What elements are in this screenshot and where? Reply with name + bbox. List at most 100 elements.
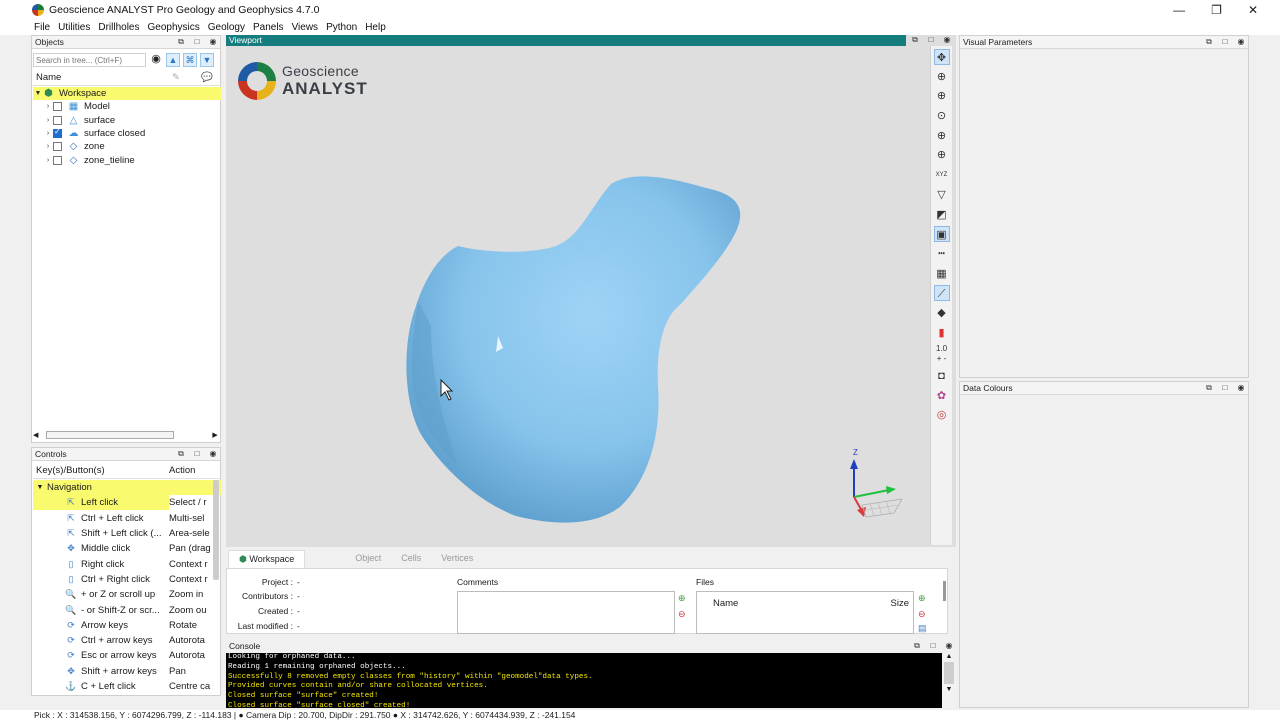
menu-utilities[interactable]: Utilities xyxy=(54,22,94,33)
surface-3d-render[interactable] xyxy=(226,46,930,546)
tab-workspace[interactable]: ⬢ Workspace xyxy=(228,550,306,568)
view-target3-icon[interactable]: ⊕ xyxy=(934,128,950,144)
comments-box[interactable] xyxy=(457,591,675,634)
scrollbar-thumb[interactable] xyxy=(46,431,175,439)
control-row[interactable]: ⟳ Ctrl + arrow keys Autorota xyxy=(33,633,213,648)
menu-file[interactable]: File xyxy=(30,22,54,33)
filter-drillhole-icon[interactable]: ⌘ xyxy=(183,53,197,67)
closed-surface-shape[interactable] xyxy=(406,176,741,523)
pencil-icon[interactable]: ✎ xyxy=(172,72,180,83)
save-file-icon[interactable]: ▤ xyxy=(918,623,927,634)
view-target2-icon[interactable]: ⊕ xyxy=(934,88,950,104)
scroll-left-icon[interactable]: ◀ xyxy=(33,431,38,439)
comment-icon[interactable]: 💬 xyxy=(201,72,213,83)
control-row[interactable]: ⇱ Shift + Left click (... Area-sele xyxy=(33,526,213,541)
eye-icon[interactable]: ◉ xyxy=(208,37,218,47)
remove-file-icon[interactable]: ⊖ xyxy=(918,609,926,620)
add-file-icon[interactable]: ⊕ xyxy=(918,593,926,604)
control-row[interactable]: ▯ Right click Context r xyxy=(33,556,213,571)
control-row[interactable]: 🔍 + or Z or scroll up Zoom in xyxy=(33,587,213,602)
visibility-checkbox[interactable] xyxy=(53,115,62,125)
filter-surface-icon[interactable]: ▲ xyxy=(166,53,180,67)
view-center-icon[interactable]: ⊙ xyxy=(934,108,950,124)
camera-icon[interactable]: ◘ xyxy=(934,368,950,384)
scroll-up-icon[interactable]: ▲ xyxy=(942,653,956,660)
viewport[interactable]: Viewport ⧉ □ ◉ Geoscience ANALYST ✥ ⊕ ⊕ … xyxy=(226,35,956,547)
tab-vertices[interactable]: Vertices xyxy=(431,550,483,568)
control-row[interactable]: ✥ Shift + arrow keys Pan xyxy=(33,664,213,679)
eye-icon[interactable]: ◉ xyxy=(942,35,952,45)
scroll-down-icon[interactable]: ▼ xyxy=(942,686,956,693)
maximize-icon[interactable]: □ xyxy=(192,37,202,47)
console-scrollbar[interactable]: ▲ ▼ xyxy=(942,653,956,708)
collapse-arrow-icon[interactable]: ▼ xyxy=(33,484,47,491)
maximize-icon[interactable]: □ xyxy=(1220,383,1230,393)
float-icon[interactable]: ⧉ xyxy=(176,449,186,459)
expand-arrow-icon[interactable]: › xyxy=(43,157,53,164)
control-row[interactable]: ⇱ Ctrl + Left click Multi-sel xyxy=(33,511,213,526)
eye-icon[interactable]: ◉ xyxy=(1236,383,1246,393)
maximize-icon[interactable]: □ xyxy=(192,449,202,459)
float-icon[interactable]: ⧉ xyxy=(176,37,186,47)
vertical-scrollbar[interactable] xyxy=(213,480,219,580)
section-icon[interactable]: ◩ xyxy=(934,207,950,223)
maximize-icon[interactable]: □ xyxy=(928,641,938,651)
expand-arrow-icon[interactable]: › xyxy=(43,117,53,124)
menu-help[interactable]: Help xyxy=(361,22,390,33)
maximize-icon[interactable]: □ xyxy=(1220,37,1230,47)
navigation-group[interactable]: ▼ Navigation xyxy=(33,480,221,496)
menu-python[interactable]: Python xyxy=(322,22,361,33)
eye-icon[interactable]: ◉ xyxy=(944,641,954,651)
control-row[interactable]: ⟳ Arrow keys Rotate xyxy=(33,618,213,633)
magnet-icon[interactable]: ◎ xyxy=(934,407,950,423)
zoom-plus-minus-icon[interactable]: + - xyxy=(934,354,950,364)
fill-icon[interactable]: ◆ xyxy=(934,305,950,321)
visibility-checkbox[interactable] xyxy=(53,155,62,165)
control-row[interactable]: ⟳ Esc or arrow keys Autorota xyxy=(33,648,213,663)
colorbar-icon[interactable]: ▮ xyxy=(934,325,950,341)
menu-views[interactable]: Views xyxy=(288,22,323,33)
tree-item-model[interactable]: › ▦ Model xyxy=(33,100,221,113)
eye-icon[interactable]: ◉ xyxy=(1236,37,1246,47)
tree-item-surface-closed[interactable]: › ☁ surface closed xyxy=(33,127,221,140)
visibility-checkbox[interactable] xyxy=(53,102,62,112)
tab-object[interactable]: Object xyxy=(345,550,391,568)
expand-arrow-icon[interactable]: › xyxy=(43,130,53,137)
control-row[interactable]: ✥ Middle click Pan (drag xyxy=(33,541,213,556)
float-icon[interactable]: ⧉ xyxy=(1204,37,1214,47)
expand-arrow-icon[interactable]: › xyxy=(43,103,53,110)
maximize-icon[interactable]: □ xyxy=(926,35,936,45)
visibility-eye-icon[interactable]: ◉ xyxy=(149,53,163,67)
expand-arrow-icon[interactable]: › xyxy=(43,143,53,150)
menu-drillholes[interactable]: Drillholes xyxy=(94,22,143,33)
tree-item-surface[interactable]: › △ surface xyxy=(33,114,221,127)
add-comment-icon[interactable]: ⊕ xyxy=(678,593,686,604)
visibility-checkbox[interactable] xyxy=(53,142,62,152)
view-target4-icon[interactable]: ⊕ xyxy=(934,147,950,163)
tree-search-input[interactable] xyxy=(33,53,146,67)
draw-line-icon[interactable]: ⟋ xyxy=(933,285,950,302)
eye-icon[interactable]: ◉ xyxy=(208,449,218,459)
scroll-right-icon[interactable]: ▶ xyxy=(212,431,217,439)
float-icon[interactable]: ⧉ xyxy=(910,35,920,45)
tree-item-workspace[interactable]: ▼ ⬢ Workspace xyxy=(33,87,221,101)
maximize-button[interactable]: ❐ xyxy=(1211,3,1222,17)
float-icon[interactable]: ⧉ xyxy=(912,641,922,651)
box-view-icon[interactable]: ▣ xyxy=(933,226,950,243)
info-scrollbar[interactable] xyxy=(943,581,946,601)
float-icon[interactable]: ⧉ xyxy=(1204,383,1214,393)
horizontal-scrollbar[interactable]: ◀ ▶ xyxy=(33,430,221,440)
control-row[interactable]: ⚓ C + Left click Centre ca xyxy=(33,679,213,694)
menu-geophysics[interactable]: Geophysics xyxy=(143,22,203,33)
tree-item-zone[interactable]: › ◇ zone xyxy=(33,140,221,153)
filter-funnel-icon[interactable]: ▼ xyxy=(200,53,214,67)
close-button[interactable]: ✕ xyxy=(1248,3,1258,17)
palette-icon[interactable]: ✿ xyxy=(934,388,950,404)
tab-cells[interactable]: Cells xyxy=(391,550,431,568)
visibility-checkbox[interactable] xyxy=(53,127,62,139)
control-row[interactable]: ⇱ Left click Select / r xyxy=(33,495,213,511)
menu-geology[interactable]: Geology xyxy=(204,22,249,33)
remove-comment-icon[interactable]: ⊖ xyxy=(678,609,686,620)
control-row[interactable]: 🔍 - or Shift-Z or scr... Zoom ou xyxy=(33,602,213,617)
minimize-button[interactable]: — xyxy=(1173,3,1185,17)
